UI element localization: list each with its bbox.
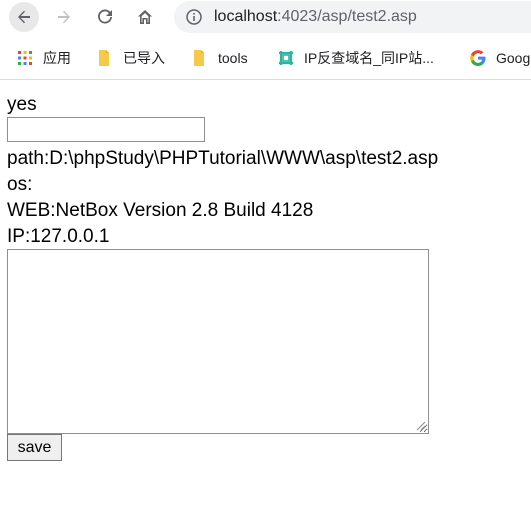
reload-icon bbox=[98, 9, 112, 24]
os-line: os: bbox=[7, 174, 33, 195]
arrow-right-icon bbox=[58, 10, 70, 24]
status-text: yes bbox=[7, 94, 37, 115]
page-body: yes bbox=[7, 92, 527, 118]
bookmark-tools[interactable]: tools bbox=[192, 48, 248, 68]
bookmark-label: Goog bbox=[496, 50, 531, 66]
bookmark-google[interactable]: Goog bbox=[470, 48, 530, 68]
bookmark-apps[interactable]: 应用 bbox=[17, 48, 71, 68]
url-path: :4023/asp/test2.asp bbox=[277, 8, 417, 25]
server-info: path:D:\phpStudy\PHPTutorial\WWW\asp\tes… bbox=[7, 146, 438, 250]
folder-icon bbox=[97, 49, 113, 67]
bookmark-ip-lookup[interactable]: IP反查域名_同IP站... bbox=[278, 48, 434, 68]
arrow-left-icon bbox=[18, 10, 30, 24]
home-button[interactable] bbox=[130, 2, 160, 32]
save-button[interactable]: save bbox=[7, 434, 62, 461]
forward-button[interactable] bbox=[49, 2, 79, 32]
bookmark-label: tools bbox=[218, 50, 248, 66]
bookmark-label: IP反查域名_同IP站... bbox=[304, 50, 434, 66]
text-input[interactable] bbox=[7, 117, 205, 142]
url-text[interactable]: localhost:4023/asp/test2.asp bbox=[214, 7, 417, 27]
apps-grid-icon bbox=[17, 50, 33, 66]
bookmark-imported[interactable]: 已导入 bbox=[97, 48, 165, 68]
folder-icon bbox=[192, 49, 208, 67]
url-host: localhost bbox=[214, 8, 278, 25]
reload-button[interactable] bbox=[90, 2, 120, 32]
address-bar[interactable]: localhost:4023/asp/test2.asp bbox=[174, 1, 531, 33]
back-button[interactable] bbox=[9, 2, 39, 32]
site-favicon bbox=[278, 50, 294, 66]
info-icon[interactable] bbox=[186, 9, 202, 25]
chrome-divider bbox=[0, 79, 531, 80]
google-icon bbox=[470, 50, 486, 66]
code-textarea[interactable] bbox=[7, 249, 429, 434]
bookmarks-bar: 应用 已导入 tools IP反查域名_同IP站... Goog bbox=[0, 40, 531, 74]
ip-line: IP:127.0.0.1 bbox=[7, 226, 110, 247]
path-line: path:D:\phpStudy\PHPTutorial\WWW\asp\tes… bbox=[7, 148, 439, 169]
bookmark-label: 已导入 bbox=[123, 50, 165, 66]
browser-toolbar: localhost:4023/asp/test2.asp bbox=[0, 0, 531, 34]
home-icon bbox=[138, 10, 152, 24]
web-server-line: WEB:NetBox Version 2.8 Build 4128 bbox=[7, 200, 314, 221]
bookmark-label: 应用 bbox=[43, 50, 71, 66]
